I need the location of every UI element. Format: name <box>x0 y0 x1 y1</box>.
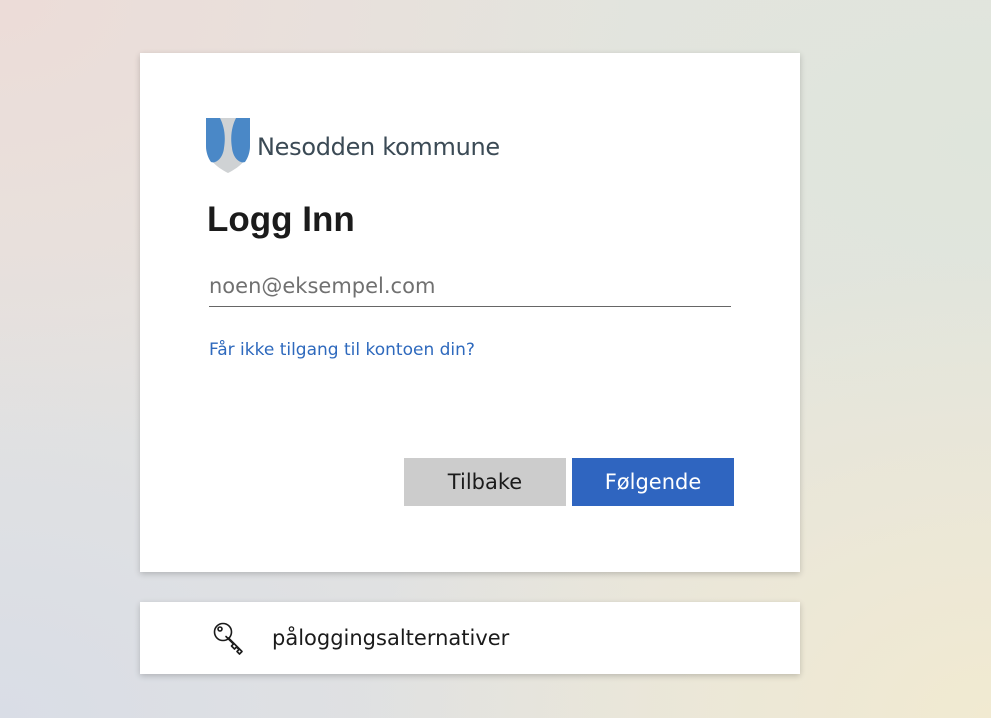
brand-logo: Nesodden kommune <box>206 118 500 173</box>
brand-name: Nesodden kommune <box>257 132 500 161</box>
nesodden-shield-icon <box>206 118 250 173</box>
email-input[interactable] <box>209 266 731 307</box>
signin-card: Nesodden kommune Logg Inn Får ikke tilga… <box>140 53 800 572</box>
page-title: Logg Inn <box>207 200 355 239</box>
next-button[interactable]: Følgende <box>572 458 734 506</box>
signin-options-label: påloggingsalternativer <box>272 626 510 650</box>
key-icon <box>213 622 243 655</box>
back-button[interactable]: Tilbake <box>404 458 566 506</box>
cannot-access-account-link[interactable]: Får ikke tilgang til kontoen din? <box>209 340 475 360</box>
signin-options-button[interactable]: påloggingsalternativer <box>140 602 800 674</box>
